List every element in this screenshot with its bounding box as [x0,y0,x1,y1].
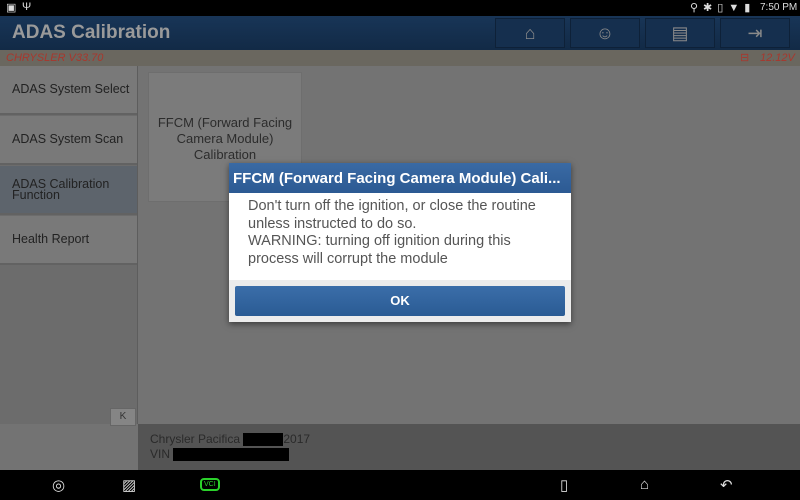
voltage-readout: 12.12V [760,52,795,64]
image-notification-icon: ▣ [6,2,17,14]
dialog-footer: OK [229,280,571,322]
warning-dialog: FFCM (Forward Facing Camera Module) Cali… [229,163,571,322]
sidebar-item-system-select[interactable]: ADAS System Select [0,66,137,115]
browser-icon[interactable]: ◎ [52,476,65,494]
print-button[interactable]: ▤ [645,18,715,48]
collapse-sidebar-button[interactable]: K [110,408,136,426]
software-version: CHRYSLER V33.70 [6,52,104,64]
home-button[interactable]: ⌂ [495,18,565,48]
android-nav-bar: ◎ ▨ VCI ▯ ⌂ ↶ [0,470,800,500]
ok-button[interactable]: OK [235,286,565,316]
printer-icon: ▤ [671,22,689,43]
dialog-message: Don't turn off the ignition, or close th… [248,198,536,232]
support-agent-icon: ☺ [595,22,615,43]
redacted-vin [173,448,290,462]
redacted-block [243,433,284,447]
status-bar: ▣ Ψ ⚲✱▯▼▮ 7:50 PM [0,0,800,16]
gallery-icon[interactable]: ▨ [122,476,136,494]
vci-icon[interactable]: VCI [200,478,220,491]
system-status-icons: ⚲✱▯▼▮ [690,2,756,14]
sidebar-item-label: ADAS System Select [12,82,130,96]
home-nav-icon[interactable]: ⌂ [640,476,649,493]
support-button[interactable]: ☺ [570,18,640,48]
exit-icon: ⇥ [747,22,763,43]
page-title: ADAS Calibration [12,22,171,43]
app-header: ADAS Calibration ⌂ ☺ ▤ ⇥ [0,16,800,50]
sidebar-item-system-scan[interactable]: ADAS System Scan [0,116,137,165]
sidebar-item-health-report[interactable]: Health Report [0,216,137,265]
sidebar-item-label: ADAS Calibration Function [12,176,110,202]
vehicle-model: Chrysler Pacifica [150,432,241,446]
sidebar-item-calibration-function[interactable]: ADAS Calibration Function [0,166,137,215]
exit-button[interactable]: ⇥ [720,18,790,48]
vehicle-info: Chrysler Pacifica 2017 VIN [138,424,800,470]
sidebar-item-label: Health Report [12,232,90,246]
sidebar-item-label: ADAS System Scan [12,132,124,146]
subheader: CHRYSLER V33.70 ⊟ 12.12V [0,50,800,66]
back-icon[interactable]: ↶ [720,476,733,494]
dialog-title: FFCM (Forward Facing Camera Module) Cali… [229,163,571,193]
dialog-body: Don't turn off the ignition, or close th… [229,193,571,280]
recents-icon[interactable]: ▯ [560,476,568,494]
home-icon: ⌂ [524,22,536,43]
dialog-warning: WARNING: turning off ignition during thi… [248,233,511,267]
clock: 7:50 PM [760,2,798,13]
sidebar: ADAS System Select ADAS System Scan ADAS… [0,66,138,424]
vehicle-year: 2017 [283,432,311,446]
usb-icon: Ψ [22,1,32,13]
vin-label: VIN [150,447,171,461]
battery-icon: ⊟ [740,52,750,64]
